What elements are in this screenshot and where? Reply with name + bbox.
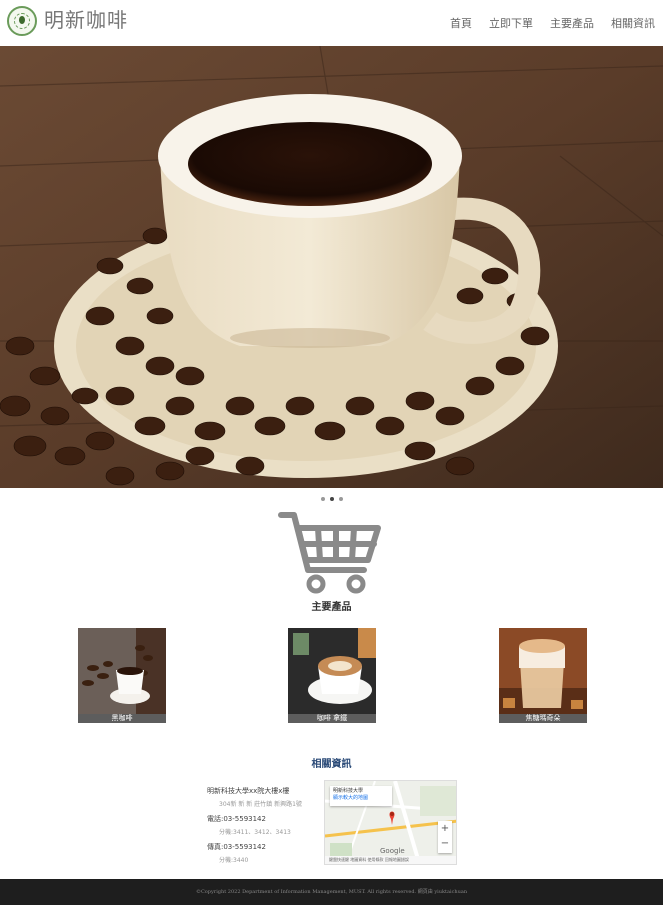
map-google-logo: Google — [380, 847, 405, 855]
fax-text: 傳真:03-5593142 — [207, 843, 266, 851]
page: 明新咖啡 首頁 立即下單 主要產品 相關資訊 主要產品 黑咖啡 咖啡 拿鐵 焦糖… — [0, 0, 663, 905]
caramel-macchiato-image — [499, 628, 587, 714]
contact-info: 明新科技大學xx院大樓x樓 304新 新 新 莊竹鎮 新興路1號 電話:03-5… — [207, 784, 322, 868]
nav-home[interactable]: 首頁 — [450, 15, 472, 31]
site-header: 明新咖啡 首頁 立即下單 主要產品 相關資訊 — [0, 0, 663, 46]
hero-carousel-image[interactable] — [0, 46, 663, 488]
nav-info[interactable]: 相關資訊 — [611, 15, 655, 31]
map-footer: 鍵盤快速鍵 地圖資料 使用條款 回報地圖錯誤 — [325, 856, 456, 864]
address-text: 明新科技大學xx院大樓x樓 — [207, 787, 290, 795]
coffee-badge-icon[interactable] — [7, 6, 37, 36]
carousel-dot-active[interactable] — [329, 497, 334, 501]
carousel-dot[interactable] — [320, 497, 325, 501]
carousel-indicators — [0, 497, 663, 503]
zoom-out-icon[interactable]: − — [438, 836, 452, 851]
info-heading: 相關資訊 — [311, 759, 352, 770]
black-coffee-image — [78, 628, 166, 714]
address-sub-text: 304新 新 新 莊竹鎮 新興路1號 — [219, 801, 302, 808]
products-heading: 主要產品 — [311, 602, 352, 613]
product-label: 黑咖啡 — [78, 714, 166, 723]
shopping-cart-icon — [278, 512, 381, 594]
phone-ext-text: 分機:3411、3412、3413 — [219, 829, 291, 836]
map-larger-link[interactable]: 顯示較大的地圖 — [333, 795, 389, 802]
map-place-card: 明新科技大學 顯示較大的地圖 — [330, 786, 392, 806]
product-label: 咖啡 拿鐵 — [288, 714, 376, 723]
brand-name[interactable]: 明新咖啡 — [44, 6, 128, 34]
product-card-black-coffee[interactable]: 黑咖啡 — [78, 628, 166, 723]
fax-ext-text: 分機:3440 — [219, 857, 249, 864]
product-card-latte[interactable]: 咖啡 拿鐵 — [288, 628, 376, 723]
latte-image — [288, 628, 376, 714]
phone-text: 電話:03-5593142 — [207, 815, 266, 823]
map-zoom-controls: + − — [438, 821, 452, 853]
product-label: 焦糖瑪奇朵 — [499, 714, 587, 723]
embedded-map[interactable]: 明新科技大學 顯示較大的地圖 + − Google 鍵盤快速鍵 地圖資料 使用條… — [324, 780, 457, 865]
main-nav: 首頁 立即下單 主要產品 相關資訊 — [450, 15, 655, 31]
map-place-name: 明新科技大學 — [333, 788, 364, 794]
nav-order[interactable]: 立即下單 — [489, 15, 533, 31]
zoom-in-icon[interactable]: + — [438, 821, 452, 836]
carousel-dot[interactable] — [338, 497, 343, 501]
product-card-caramel-macchiato[interactable]: 焦糖瑪奇朵 — [499, 628, 587, 723]
site-footer: ©Copyright 2022 Department of Informatio… — [0, 879, 663, 905]
nav-products[interactable]: 主要產品 — [550, 15, 594, 31]
